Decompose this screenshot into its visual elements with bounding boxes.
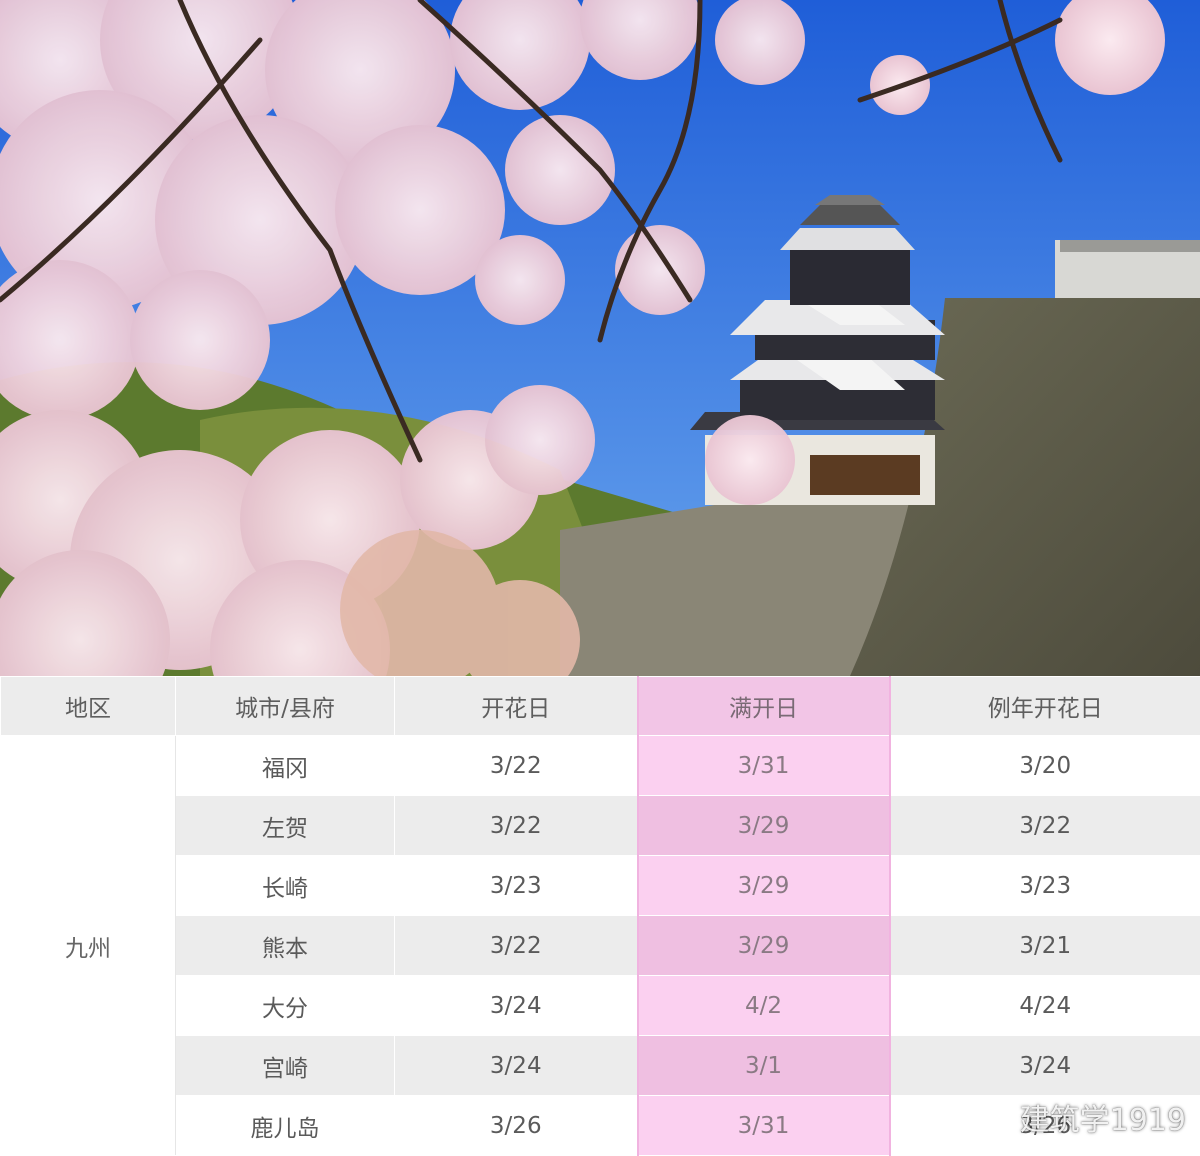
weibo-icon <box>970 1100 1014 1134</box>
average-bloom-date-cell: 3/23 <box>890 856 1200 916</box>
bloom-date-cell: 3/22 <box>395 796 638 856</box>
watermark-text: 建筑学1919 <box>1020 1095 1186 1139</box>
average-bloom-date-cell: 3/22 <box>890 796 1200 856</box>
table-header-row: 地区 城市/县府 开花日 满开日 例年开花日 <box>1 677 1200 736</box>
watermark: 建筑学1919 <box>970 1095 1186 1139</box>
city-cell: 鹿儿岛 <box>176 1096 395 1156</box>
bloom-date-cell: 3/26 <box>395 1096 638 1156</box>
full-bloom-date-cell: 3/29 <box>638 856 890 916</box>
bloom-forecast-table: 地区 城市/县府 开花日 满开日 例年开花日 九州 福冈 3/22 3/31 3… <box>0 676 1200 1156</box>
header-city: 城市/县府 <box>176 677 395 736</box>
bloom-date-cell: 3/24 <box>395 976 638 1036</box>
bloom-date-cell: 3/23 <box>395 856 638 916</box>
header-average-bloom-date: 例年开花日 <box>890 677 1200 736</box>
bloom-date-cell: 3/22 <box>395 916 638 976</box>
average-bloom-date-cell: 3/20 <box>890 736 1200 796</box>
table-row: 大分 3/24 4/2 4/24 <box>1 976 1200 1036</box>
city-cell: 左贺 <box>176 796 395 856</box>
castle-cherry-blossom-photo <box>0 0 1200 676</box>
bloom-date-cell: 3/22 <box>395 736 638 796</box>
full-bloom-date-cell: 3/29 <box>638 796 890 856</box>
region-cell: 九州 <box>1 736 176 1156</box>
hero-photo <box>0 0 1200 676</box>
header-bloom-date: 开花日 <box>395 677 638 736</box>
average-bloom-date-cell: 4/24 <box>890 976 1200 1036</box>
full-bloom-date-cell: 4/2 <box>638 976 890 1036</box>
table-row: 长崎 3/23 3/29 3/23 <box>1 856 1200 916</box>
bloom-date-cell: 3/24 <box>395 1036 638 1096</box>
city-cell: 宫崎 <box>176 1036 395 1096</box>
table-row: 熊本 3/22 3/29 3/21 <box>1 916 1200 976</box>
city-cell: 长崎 <box>176 856 395 916</box>
table-row: 左贺 3/22 3/29 3/22 <box>1 796 1200 856</box>
full-bloom-date-cell: 3/31 <box>638 736 890 796</box>
city-cell: 福冈 <box>176 736 395 796</box>
full-bloom-date-cell: 3/1 <box>638 1036 890 1096</box>
full-bloom-date-cell: 3/31 <box>638 1096 890 1156</box>
header-region: 地区 <box>1 677 176 736</box>
table-row: 九州 福冈 3/22 3/31 3/20 <box>1 736 1200 796</box>
table-row: 宫崎 3/24 3/1 3/24 <box>1 1036 1200 1096</box>
average-bloom-date-cell: 3/24 <box>890 1036 1200 1096</box>
average-bloom-date-cell: 3/21 <box>890 916 1200 976</box>
city-cell: 大分 <box>176 976 395 1036</box>
full-bloom-date-cell: 3/29 <box>638 916 890 976</box>
city-cell: 熊本 <box>176 916 395 976</box>
header-full-bloom-date: 满开日 <box>638 677 890 736</box>
